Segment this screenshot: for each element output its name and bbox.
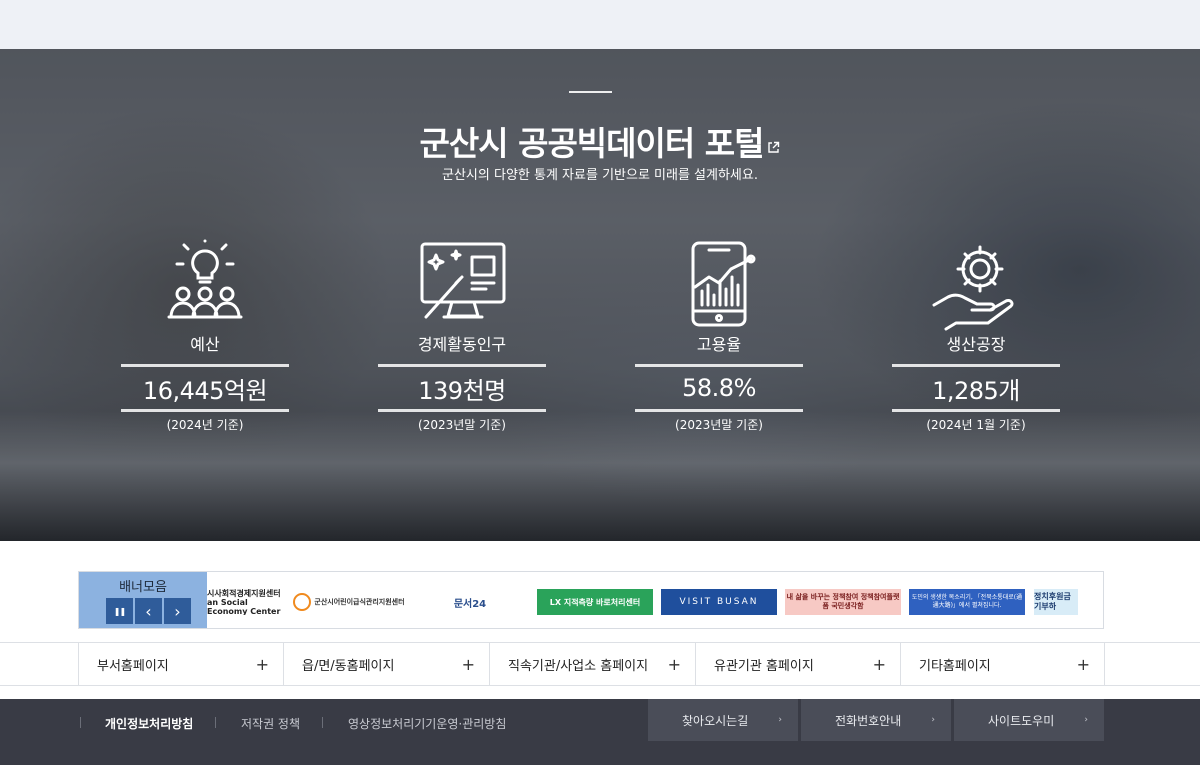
stat-factories: 생산공장 1,285개 (2024년 1월 기준)	[892, 239, 1060, 433]
footer-divider	[215, 717, 216, 728]
chevron-left-icon: ‹	[145, 601, 152, 621]
stat-note: (2024년 1월 기준)	[926, 418, 1026, 432]
smile-logo-icon	[293, 593, 312, 611]
banner-item[interactable]: LX 지적측량 바로처리센터	[537, 589, 653, 615]
hero-section: 군산시 공공빅데이터 포털 군산시의 다양한 통계 자료를 기반으로 미래를 설…	[0, 49, 1200, 541]
pause-icon: ❚❚	[113, 606, 126, 616]
banner-item[interactable]: 도민의 생생한 목소리기, 「전북소통대로(通通大路)」에서 펼쳐집니다.	[909, 589, 1025, 615]
town-homepage-toggle[interactable]: 읍/면/동홈페이지 +	[283, 643, 489, 686]
top-header-bar	[0, 0, 1200, 49]
banner-title: 배너모음	[119, 580, 167, 595]
other-homepage-toggle[interactable]: 기타홈페이지 +	[900, 643, 1105, 686]
copyright-policy-link[interactable]: 저작권 정책	[241, 715, 300, 732]
hero-divider	[569, 91, 612, 93]
plus-icon: +	[1076, 655, 1090, 674]
stat-value: 1,285개	[932, 376, 1020, 405]
stat-employment-rate: 고용율 58.8% (2023년말 기준)	[635, 239, 803, 433]
banner-header: 배너모음 ❚❚ ‹ ›	[79, 572, 207, 628]
banner-item[interactable]: 내 삶을 바꾸는 정책참여 정책참여플랫폼 국민생각함	[785, 589, 901, 615]
chevron-right-icon: ›	[1084, 715, 1088, 725]
stat-label: 생산공장	[946, 335, 1006, 354]
stat-value: 139천명	[418, 376, 506, 405]
phone-directory-button[interactable]: 전화번호안내 ›	[801, 699, 951, 741]
external-link-icon	[767, 123, 780, 162]
chevron-right-icon: ›	[778, 715, 782, 725]
site-helper-button[interactable]: 사이트도우미 ›	[954, 699, 1104, 741]
plus-icon: +	[255, 655, 269, 674]
people-lightbulb-icon	[167, 239, 243, 319]
banner-item[interactable]: 문서24	[414, 589, 526, 615]
footer: 개인정보처리방침 저작권 정책 영상정보처리기기운영·관리방침 찾아오시는길 › …	[0, 699, 1200, 765]
smartphone-chart-icon	[691, 241, 756, 327]
chevron-right-icon: ›	[931, 715, 935, 725]
hero-subtitle: 군산시의 다양한 통계 자료를 기반으로 미래를 설계하세요.	[442, 168, 758, 183]
stat-label: 경제활동인구	[417, 335, 507, 354]
affiliated-agency-homepage-toggle[interactable]: 직속기관/사업소 홈페이지 +	[489, 643, 695, 686]
prev-button[interactable]: ‹	[135, 598, 162, 624]
chevron-right-icon: ›	[174, 601, 181, 621]
stat-note: (2023년말 기준)	[418, 418, 506, 432]
stat-value: 58.8%	[682, 374, 756, 402]
banner-item[interactable]: 정치후원금 기부하	[1034, 589, 1078, 615]
related-agency-homepage-toggle[interactable]: 유관기관 홈페이지 +	[695, 643, 900, 686]
privacy-policy-link[interactable]: 개인정보처리방침	[105, 715, 193, 732]
monitor-magic-wand-icon	[420, 242, 506, 319]
stat-value-box: 16,445억원	[121, 364, 289, 412]
stat-label: 고용율	[696, 335, 742, 354]
directions-button[interactable]: 찾아오시는길 ›	[648, 699, 798, 741]
department-homepage-toggle[interactable]: 부서홈페이지 +	[78, 643, 283, 686]
stat-value-box: 139천명	[378, 364, 546, 412]
stat-note: (2024년 기준)	[166, 418, 244, 432]
plus-icon: +	[872, 655, 886, 674]
stat-value-box: 58.8%	[635, 364, 803, 412]
banner-item[interactable]: 군산시어린이급식관리지원센터	[289, 589, 409, 615]
cctv-policy-link[interactable]: 영상정보처리기기운영·관리방침	[348, 715, 506, 732]
related-sites-row: 부서홈페이지 + 읍/면/동홈페이지 + 직속기관/사업소 홈페이지 + 유관기관 홈…	[0, 642, 1200, 686]
plus-icon: +	[667, 655, 681, 674]
hero-title-link[interactable]: 군산시 공공빅데이터 포털	[0, 117, 1200, 165]
hand-gear-icon	[932, 245, 1014, 331]
next-button[interactable]: ›	[164, 598, 191, 624]
banner-carousel: 배너모음 ❚❚ ‹ › 시사회적경제지원센터 an Social Economy…	[78, 571, 1104, 629]
stat-value-box: 1,285개	[892, 364, 1060, 412]
banner-item[interactable]: 시사회적경제지원센터 an Social Economy Center	[207, 589, 283, 615]
stat-economic-population: 경제활동인구 139천명 (2023년말 기준)	[378, 239, 546, 433]
banner-item[interactable]: VISIT BUSAN	[661, 589, 777, 615]
hero-title: 군산시 공공빅데이터 포털	[419, 124, 765, 163]
stat-label: 예산	[190, 335, 220, 354]
stat-value: 16,445억원	[142, 376, 268, 405]
footer-divider	[322, 717, 323, 728]
footer-divider	[80, 717, 81, 728]
pause-button[interactable]: ❚❚	[106, 598, 133, 624]
stat-budget: 예산 16,445억원 (2024년 기준)	[121, 239, 289, 433]
plus-icon: +	[461, 655, 475, 674]
stat-note: (2023년말 기준)	[675, 418, 763, 432]
